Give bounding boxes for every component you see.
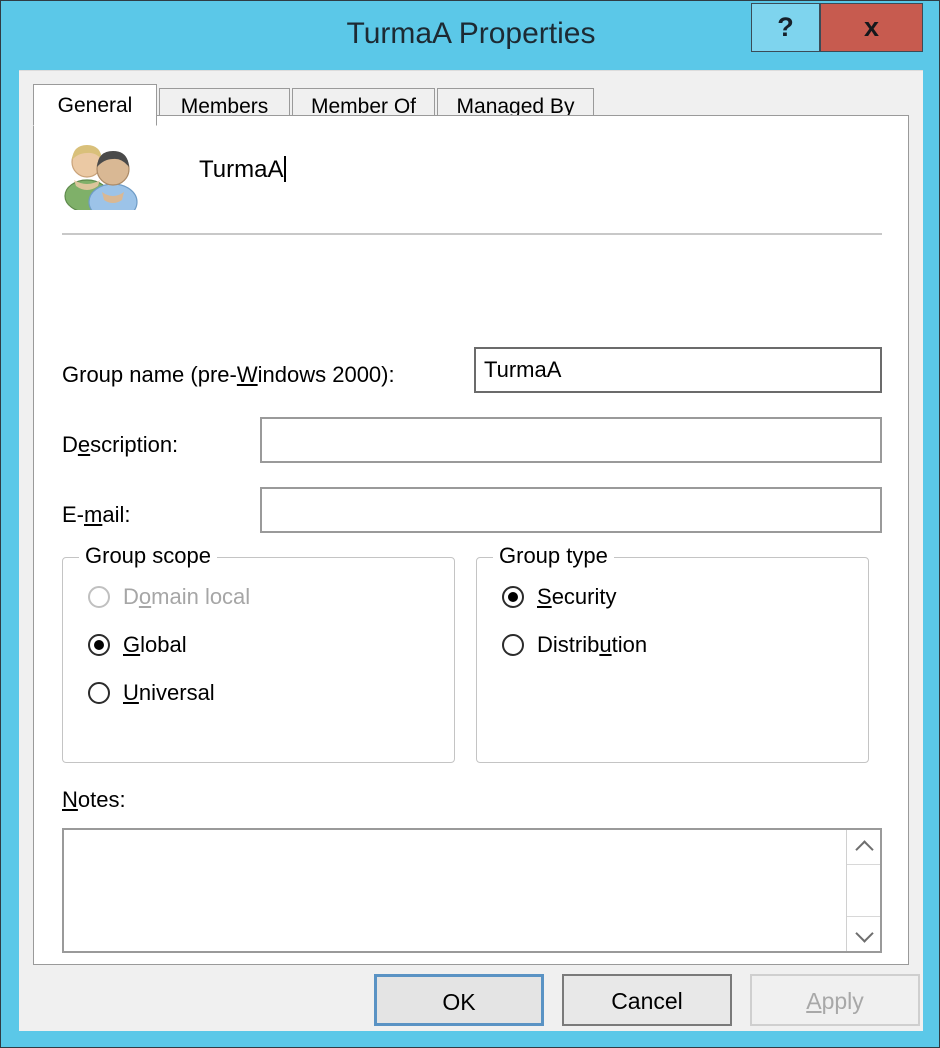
tab-general[interactable]: General	[33, 84, 157, 126]
radio-universal-dot	[88, 682, 110, 704]
group-name-input[interactable]	[474, 347, 882, 393]
description-label-post: scription:	[90, 432, 179, 457]
group-users-icon	[62, 136, 140, 221]
radio-global-label: Global	[123, 632, 187, 657]
group-scope-title: Group scope	[79, 543, 217, 569]
radio-universal-label: Universal	[123, 680, 215, 705]
email-label: E-mail:	[62, 502, 130, 528]
group-name-label: Group name (pre-Windows 2000):	[62, 362, 395, 388]
apply-button[interactable]: Apply	[750, 974, 920, 1026]
notes-label-post: otes:	[77, 787, 126, 812]
properties-window: TurmaA Properties ? x General Members Me…	[0, 0, 940, 1048]
radio-global[interactable]: Global	[88, 630, 187, 660]
email-label-post: ail:	[102, 502, 131, 527]
radio-domain-local-dot	[88, 586, 110, 608]
radio-distribution[interactable]: Distribution	[502, 630, 647, 660]
description-label-accel: e	[77, 432, 91, 457]
title-bar: TurmaA Properties ? x	[19, 1, 923, 67]
group-scope-box: Group scope Domain local Global Universa…	[62, 543, 455, 763]
notes-textarea[interactable]	[64, 830, 850, 951]
notes-label: Notes:	[62, 787, 126, 813]
text-caret	[284, 156, 287, 182]
radio-distribution-label: Distribution	[537, 632, 648, 657]
header-separator	[62, 233, 882, 235]
radio-universal[interactable]: Universal	[88, 678, 215, 708]
group-display-name: TurmaA	[199, 156, 287, 184]
radio-domain-local-label: Domain local	[123, 584, 251, 609]
radio-global-dot	[88, 634, 110, 656]
group-name-label-post: indows 2000):	[257, 362, 395, 387]
group-type-box: Group type Security Distribution	[476, 543, 869, 763]
description-label: Description:	[62, 432, 178, 458]
email-label-accel: m	[84, 502, 103, 527]
dialog-body: General Members Member Of Managed By Tur…	[19, 70, 923, 1031]
notes-scrollbar[interactable]	[846, 830, 880, 951]
email-input[interactable]	[260, 487, 882, 533]
chevron-up-icon[interactable]	[847, 830, 880, 865]
radio-domain-local[interactable]: Domain local	[88, 582, 250, 612]
radio-security[interactable]: Security	[502, 582, 616, 612]
description-label-pre: D	[62, 432, 78, 457]
email-label-pre: E-	[62, 502, 84, 527]
close-button[interactable]: x	[820, 3, 923, 52]
group-type-title: Group type	[493, 543, 614, 569]
radio-security-label: Security	[537, 584, 617, 609]
ok-button[interactable]: OK	[374, 974, 544, 1026]
description-input[interactable]	[260, 417, 882, 463]
radio-distribution-dot	[502, 634, 524, 656]
group-name-label-pre: Group name (pre-	[62, 362, 237, 387]
tab-page-general: TurmaA Group name (pre-Windows 2000): De…	[33, 115, 909, 965]
cancel-button[interactable]: Cancel	[562, 974, 732, 1026]
chevron-down-icon[interactable]	[847, 916, 880, 951]
group-display-name-text: TurmaA	[199, 156, 284, 183]
notes-label-accel: N	[62, 787, 78, 812]
help-button[interactable]: ?	[751, 3, 820, 52]
notes-field-wrapper	[62, 828, 882, 953]
radio-security-dot	[502, 586, 524, 608]
group-name-label-accel: W	[236, 362, 258, 387]
